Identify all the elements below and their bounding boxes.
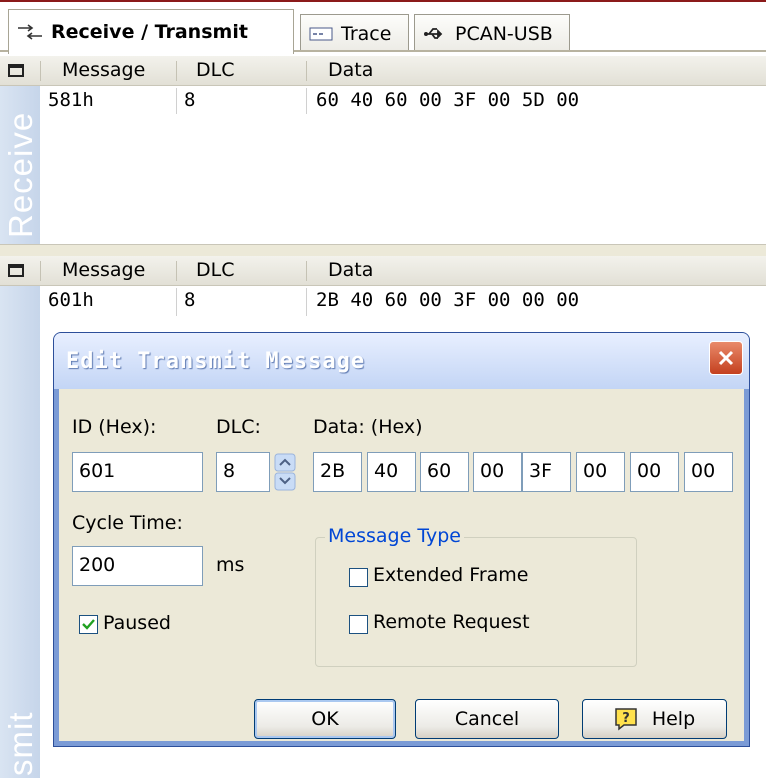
- spinner-arrows-icon: [274, 453, 296, 491]
- help-icon: ?: [614, 707, 638, 731]
- column-dlc[interactable]: DLC: [196, 259, 234, 281]
- dialog-body: ID (Hex): 601 DLC: 8 Data: (Hex) 2B 40 6…: [59, 389, 744, 741]
- column-data[interactable]: Data: [328, 259, 373, 281]
- transmit-side-label: smit: [2, 711, 39, 777]
- checkmark-icon: [82, 619, 95, 630]
- column-message[interactable]: Message: [62, 259, 145, 281]
- data-byte-6[interactable]: 00: [630, 452, 679, 492]
- column-data[interactable]: Data: [328, 59, 373, 81]
- row-data: 2B 40 60 00 3F 00 00 00: [316, 289, 580, 311]
- receive-row[interactable]: 581h 8 60 40 60 00 3F 00 5D 00: [40, 86, 766, 116]
- dlc-input[interactable]: 8: [216, 452, 270, 492]
- cell-divider: [306, 88, 307, 114]
- receive-side-label: Receive: [2, 111, 39, 238]
- paused-checkbox[interactable]: [79, 615, 98, 634]
- row-dlc: 8: [184, 89, 196, 111]
- dialog-title: Edit Transmit Message: [66, 349, 366, 374]
- data-byte-3[interactable]: 00: [473, 452, 522, 492]
- column-dlc[interactable]: DLC: [196, 59, 234, 81]
- data-byte-2[interactable]: 60: [420, 452, 469, 492]
- data-byte-7[interactable]: 00: [684, 452, 733, 492]
- close-button[interactable]: [709, 341, 743, 375]
- tab-pcan-usb[interactable]: PCAN-USB: [414, 14, 570, 52]
- ok-button[interactable]: OK: [254, 699, 396, 739]
- column-separator: [176, 61, 177, 81]
- tab-trace[interactable]: Trace: [300, 14, 409, 52]
- data-byte-5[interactable]: 00: [576, 452, 625, 492]
- svg-text:?: ?: [622, 711, 630, 726]
- close-icon: [718, 350, 734, 366]
- remote-request-label[interactable]: Remote Request: [373, 611, 530, 633]
- cycle-time-input[interactable]: 200: [72, 546, 203, 586]
- cycle-time-label: Cycle Time:: [72, 512, 183, 534]
- edit-transmit-dialog: Edit Transmit Message ID (Hex): 601 DLC:…: [53, 332, 750, 747]
- id-label: ID (Hex):: [72, 416, 157, 438]
- column-separator: [40, 61, 41, 81]
- cycle-unit: ms: [216, 554, 245, 576]
- receive-transmit-icon: [17, 24, 43, 40]
- ok-label: OK: [311, 708, 339, 730]
- help-button[interactable]: ? Help: [582, 699, 727, 739]
- tab-strip: Receive / Transmit Trace PCAN-USB: [0, 2, 766, 54]
- receive-sidebar: Receive: [0, 86, 40, 244]
- dlc-spinner[interactable]: [274, 453, 296, 491]
- column-message[interactable]: Message: [62, 59, 145, 81]
- cell-divider: [176, 88, 177, 114]
- column-separator: [40, 261, 41, 281]
- extended-frame-label[interactable]: Extended Frame: [373, 564, 528, 586]
- row-message: 601h: [48, 289, 94, 311]
- column-chooser-icon[interactable]: [8, 264, 24, 277]
- cancel-label: Cancel: [454, 708, 520, 730]
- row-message: 581h: [48, 89, 94, 111]
- data-byte-4[interactable]: 3F: [522, 452, 571, 492]
- trace-icon: [309, 26, 333, 42]
- row-dlc: 8: [184, 289, 196, 311]
- transmit-sidebar: smit: [0, 286, 40, 778]
- data-byte-0[interactable]: 2B: [313, 452, 362, 492]
- paused-label[interactable]: Paused: [103, 612, 171, 634]
- id-input[interactable]: 601: [72, 452, 203, 492]
- column-chooser-icon[interactable]: [8, 64, 24, 77]
- extended-frame-checkbox[interactable]: [349, 568, 368, 587]
- dlc-label: DLC:: [216, 416, 261, 438]
- cell-divider: [176, 288, 177, 316]
- cancel-button[interactable]: Cancel: [415, 699, 559, 739]
- tab-receive-transmit[interactable]: Receive / Transmit: [8, 9, 294, 54]
- usb-icon: [423, 25, 447, 43]
- receive-list-header: Message DLC Data: [0, 56, 766, 86]
- column-separator: [306, 61, 307, 81]
- column-separator: [306, 261, 307, 281]
- help-label: Help: [651, 708, 696, 730]
- row-data: 60 40 60 00 3F 00 5D 00: [316, 89, 580, 111]
- data-label: Data: (Hex): [313, 416, 423, 438]
- data-byte-1[interactable]: 40: [367, 452, 416, 492]
- column-separator: [176, 261, 177, 281]
- transmit-row[interactable]: 601h 8 2B 40 60 00 3F 00 00 00: [40, 286, 766, 316]
- message-type-group: [315, 537, 637, 667]
- message-type-title: Message Type: [325, 525, 464, 547]
- dialog-titlebar[interactable]: Edit Transmit Message: [54, 333, 749, 389]
- cell-divider: [306, 288, 307, 316]
- remote-request-checkbox[interactable]: [349, 615, 368, 634]
- transmit-list-header: Message DLC Data: [0, 256, 766, 286]
